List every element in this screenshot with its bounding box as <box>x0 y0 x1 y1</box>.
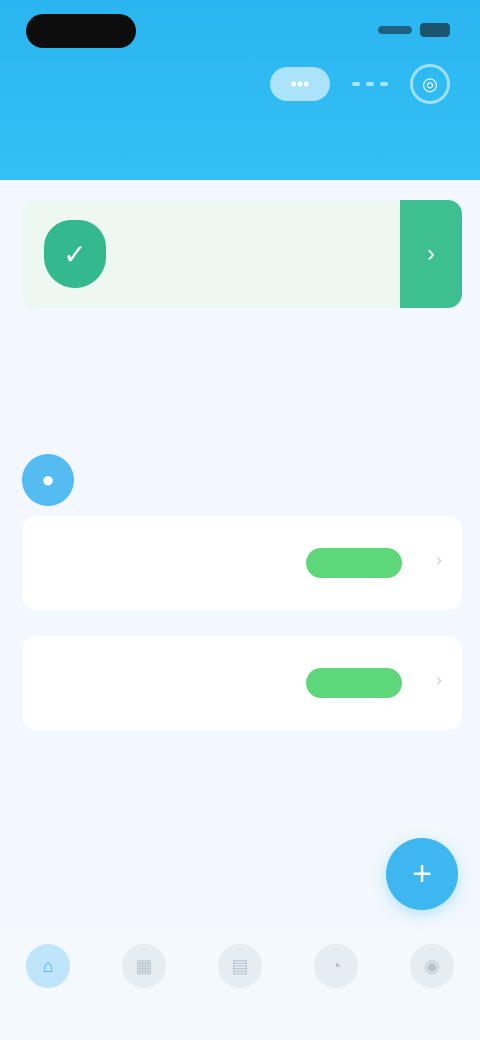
profile-icon: ◉ <box>410 944 454 988</box>
more-button[interactable]: ••• <box>270 67 330 101</box>
list-item[interactable]: › <box>22 636 462 730</box>
info-row <box>22 322 462 356</box>
signal-icon <box>378 26 412 34</box>
status-badge[interactable] <box>306 548 402 578</box>
system-icons <box>378 20 450 40</box>
more-icon: ••• <box>290 73 310 94</box>
battery-icon <box>420 23 450 37</box>
user-icon: ● <box>41 467 55 492</box>
divider-dots <box>352 82 388 86</box>
app-header: ••• ◎ <box>0 0 480 180</box>
status-badge[interactable] <box>306 668 402 698</box>
nav-item-profile[interactable]: ◉ <box>397 944 467 994</box>
chevron-right-icon: › <box>427 240 435 267</box>
user-button[interactable]: ● <box>22 454 74 506</box>
header-actions: ••• ◎ <box>270 64 450 104</box>
plus-icon: + <box>412 854 432 893</box>
nav-item-home[interactable]: ⌂ <box>13 944 83 994</box>
chart-icon: ▤ <box>218 944 262 988</box>
status-time <box>26 14 136 48</box>
chevron-right-icon: › <box>436 550 442 570</box>
stats-row <box>22 368 462 424</box>
target-icon: ◎ <box>422 73 438 94</box>
section-header: ● <box>22 452 462 508</box>
bottom-navigation: ⌂ ▦ ▤ ◔ ◉ <box>0 930 480 1040</box>
status-bar <box>0 0 480 60</box>
nav-item-grid[interactable]: ▦ <box>109 944 179 994</box>
banner-button[interactable]: › <box>400 200 462 308</box>
list-item[interactable]: › <box>22 516 462 610</box>
home-icon: ⌂ <box>26 944 70 988</box>
security-banner[interactable]: ✓ › <box>22 200 462 308</box>
shield-icon: ✓ <box>44 220 106 288</box>
target-button[interactable]: ◎ <box>410 64 450 104</box>
nav-item-bell[interactable]: ◔ <box>301 944 371 994</box>
bell-icon: ◔ <box>314 944 358 988</box>
chevron-right-icon: › <box>436 670 442 690</box>
nav-item-chart[interactable]: ▤ <box>205 944 275 994</box>
add-button[interactable]: + <box>386 838 458 910</box>
grid-icon: ▦ <box>122 944 166 988</box>
